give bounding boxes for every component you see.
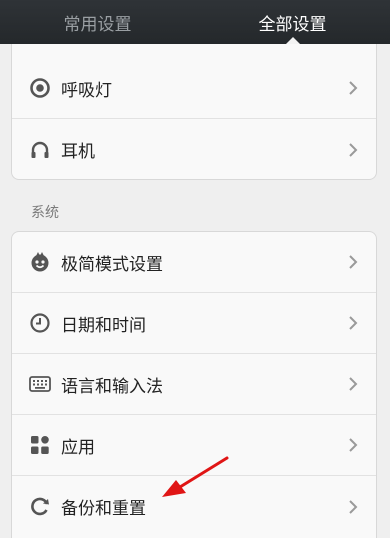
keyboard-icon [29, 373, 51, 395]
settings-item-apps[interactable]: 应用 [12, 415, 376, 476]
tab-common-settings[interactable]: 常用设置 [0, 0, 195, 44]
settings-item-simple-mode[interactable]: 极简模式设置 [12, 232, 376, 293]
settings-group-system: 极简模式设置 日期和时间 语言和输入法 应用 备份和重置 [11, 231, 377, 538]
breathing-light-icon [29, 77, 51, 99]
settings-item-label: 呼吸灯 [61, 80, 112, 101]
settings-item-label: 应用 [61, 437, 95, 458]
settings-group-top: 呼吸灯 耳机 [11, 44, 377, 180]
settings-item-backup-reset[interactable]: 备份和重置 [12, 476, 376, 537]
settings-item-label: 极简模式设置 [61, 254, 163, 275]
headphones-icon [29, 139, 51, 161]
settings-item-headphones[interactable]: 耳机 [12, 119, 376, 179]
clock-icon [29, 312, 51, 334]
tab-bar: 常用设置 全部设置 [0, 0, 390, 44]
settings-item-breathing-light[interactable]: 呼吸灯 [12, 44, 376, 119]
apps-icon [29, 434, 51, 456]
settings-item-language-input[interactable]: 语言和输入法 [12, 354, 376, 415]
tab-all-settings[interactable]: 全部设置 [195, 0, 390, 44]
section-title-system: 系统 [31, 205, 59, 221]
settings-item-label: 备份和重置 [61, 499, 146, 519]
settings-item-label: 语言和输入法 [61, 376, 163, 397]
chevron-right-icon [349, 81, 358, 95]
chevron-right-icon [349, 438, 358, 452]
chevron-right-icon [349, 142, 358, 157]
settings-item-label: 耳机 [61, 142, 95, 162]
backup-reset-icon [29, 496, 51, 518]
chevron-right-icon [349, 316, 358, 330]
settings-item-label: 日期和时间 [61, 315, 146, 336]
simple-mode-icon [29, 251, 51, 273]
settings-item-date-time[interactable]: 日期和时间 [12, 293, 376, 354]
chevron-right-icon [349, 499, 358, 514]
chevron-right-icon [349, 377, 358, 391]
chevron-right-icon [349, 255, 358, 269]
